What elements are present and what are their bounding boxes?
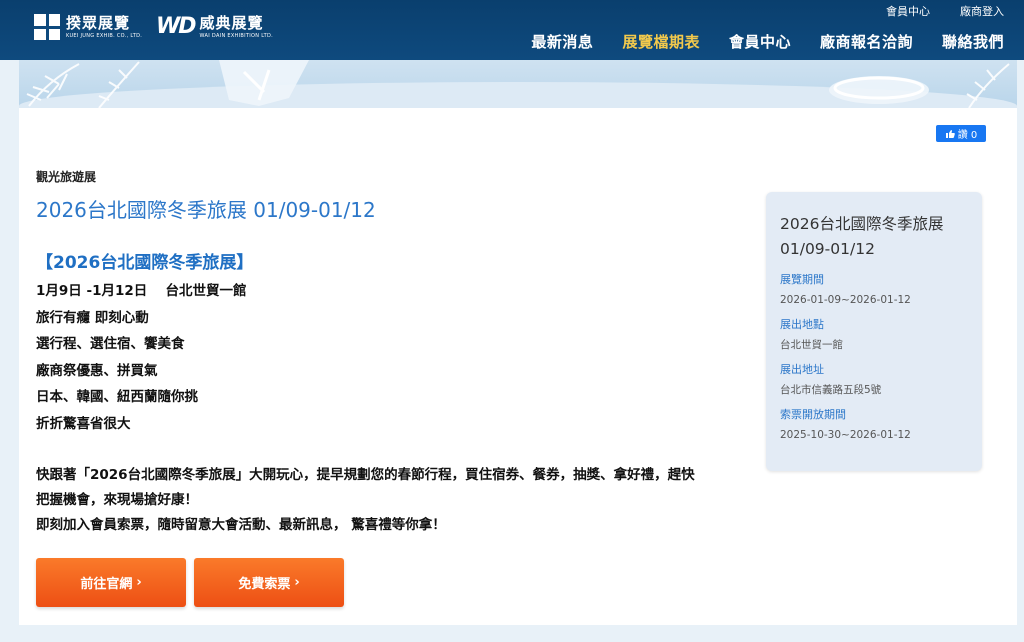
info-item-ticket-period: 索票開放期間 2025-10-30~2026-01-12 bbox=[780, 407, 968, 443]
nav-item-vendor-inquiry[interactable]: 廠商報名洽詢 bbox=[820, 31, 913, 52]
info-label: 展出地址 bbox=[780, 363, 824, 376]
kuei-jung-logo[interactable]: 揆眾展覽 KUEI JUNG EXHIB. CO., LTD. bbox=[34, 14, 142, 40]
free-ticket-label: 免費索票 bbox=[238, 577, 291, 592]
utility-links: 會員中心 廠商登入 bbox=[886, 3, 1004, 19]
kuei-jung-logo-name: 揆眾展覽 bbox=[66, 13, 131, 32]
info-label: 索票開放期間 bbox=[780, 408, 846, 421]
highlight-line: 選行程、選住宿、饗美食 bbox=[36, 336, 185, 352]
info-item-period: 展覽期間 2026-01-09~2026-01-12 bbox=[780, 272, 968, 308]
like-label: 讚 0 bbox=[957, 130, 978, 141]
info-item-venue: 展出地點 台北世貿一館 bbox=[780, 317, 968, 353]
info-value: 台北世貿一館 bbox=[780, 339, 843, 351]
wai-dain-logo-name: 威典展覽 bbox=[199, 13, 264, 32]
description-paragraph: 快跟著「2026台北國際冬季旅展」大開玩心，提早規劃您的春節行程，買住宿券、餐券… bbox=[36, 463, 756, 538]
official-site-label: 前往官網 bbox=[80, 577, 133, 592]
nav-item-member-center[interactable]: 會員中心 bbox=[729, 31, 791, 52]
description-line: 快跟著「2026台北國際冬季旅展」大開玩心，提早規劃您的春節行程，買住宿券、餐券… bbox=[36, 467, 695, 483]
highlight-lines: 1月9日 -1月12日 台北世貿一館 旅行有癮 即刻心動 選行程、選住宿、饗美食… bbox=[36, 281, 246, 440]
facebook-like-button[interactable]: 讚 0 bbox=[936, 125, 986, 142]
free-ticket-button[interactable]: 免費索票 › bbox=[194, 558, 344, 607]
wai-dain-logo-mark: WD bbox=[156, 14, 197, 39]
section-heading: 【2026台北國際冬季旅展】 bbox=[36, 253, 254, 273]
description-line: 把握機會，來現場搶好康！ bbox=[36, 492, 198, 508]
highlight-line: 廠商祭優惠、拼買氣 bbox=[36, 362, 158, 379]
thumbs-up-icon bbox=[945, 129, 955, 138]
description-line: 即刻加入會員索票，隨時留意大會活動、最新訊息， 驚喜禮等你拿！ bbox=[36, 517, 446, 533]
wai-dain-logo-sub: WAI DAIN EXHIBITION LTD. bbox=[199, 32, 273, 39]
info-value: 台北市信義路五段5號 bbox=[780, 384, 882, 396]
chevron-right-icon: › bbox=[136, 575, 142, 590]
wai-dain-logo[interactable]: WD 威典展覽 WAI DAIN EXHIBITION LTD. bbox=[156, 14, 273, 40]
highlight-line: 旅行有癮 即刻心動 bbox=[36, 309, 149, 326]
kuei-jung-logo-sub: KUEI JUNG EXHIB. CO., LTD. bbox=[66, 32, 143, 39]
kuei-jung-logo-mark bbox=[34, 14, 60, 40]
info-label: 展覽期間 bbox=[780, 273, 824, 286]
info-title: 2026台北國際冬季旅展 01/09-01/12 bbox=[780, 215, 944, 258]
page-title: 2026台北國際冬季旅展 01/09-01/12 bbox=[36, 198, 376, 222]
highlight-line: 日本、韓國、紐西蘭隨你挑 bbox=[36, 389, 198, 405]
official-site-button[interactable]: 前往官網 › bbox=[36, 558, 186, 607]
top-navigation-bar: 揆眾展覽 KUEI JUNG EXHIB. CO., LTD. WD 威典展覽 … bbox=[0, 0, 1024, 60]
exhibition-category: 觀光旅遊展 bbox=[36, 170, 97, 184]
info-label: 展出地點 bbox=[780, 318, 824, 331]
hero-banner bbox=[19, 60, 1017, 108]
member-center-link[interactable]: 會員中心 bbox=[886, 3, 930, 19]
info-value: 2026-01-09~2026-01-12 bbox=[780, 294, 911, 306]
highlight-line: 折折驚喜省很大 bbox=[36, 415, 131, 432]
vendor-login-link[interactable]: 廠商登入 bbox=[960, 3, 1004, 19]
nav-item-news[interactable]: 最新消息 bbox=[531, 31, 593, 52]
info-item-address: 展出地址 台北市信義路五段5號 bbox=[780, 362, 968, 398]
exhibition-info-box: 2026台北國際冬季旅展 01/09-01/12 展覽期間 2026-01-09… bbox=[766, 192, 982, 471]
banner-decoration bbox=[26, 60, 1010, 108]
nav-item-contact-us[interactable]: 聯絡我們 bbox=[942, 31, 1004, 52]
info-value: 2025-10-30~2026-01-12 bbox=[780, 429, 911, 441]
nav-item-exhibition-schedule[interactable]: 展覽檔期表 bbox=[622, 31, 700, 52]
highlight-line: 1月9日 -1月12日 台北世貿一館 bbox=[36, 283, 247, 299]
chevron-right-icon: › bbox=[294, 575, 300, 590]
main-nav: 最新消息 展覽檔期表 會員中心 廠商報名洽詢 聯絡我們 bbox=[531, 31, 1004, 52]
